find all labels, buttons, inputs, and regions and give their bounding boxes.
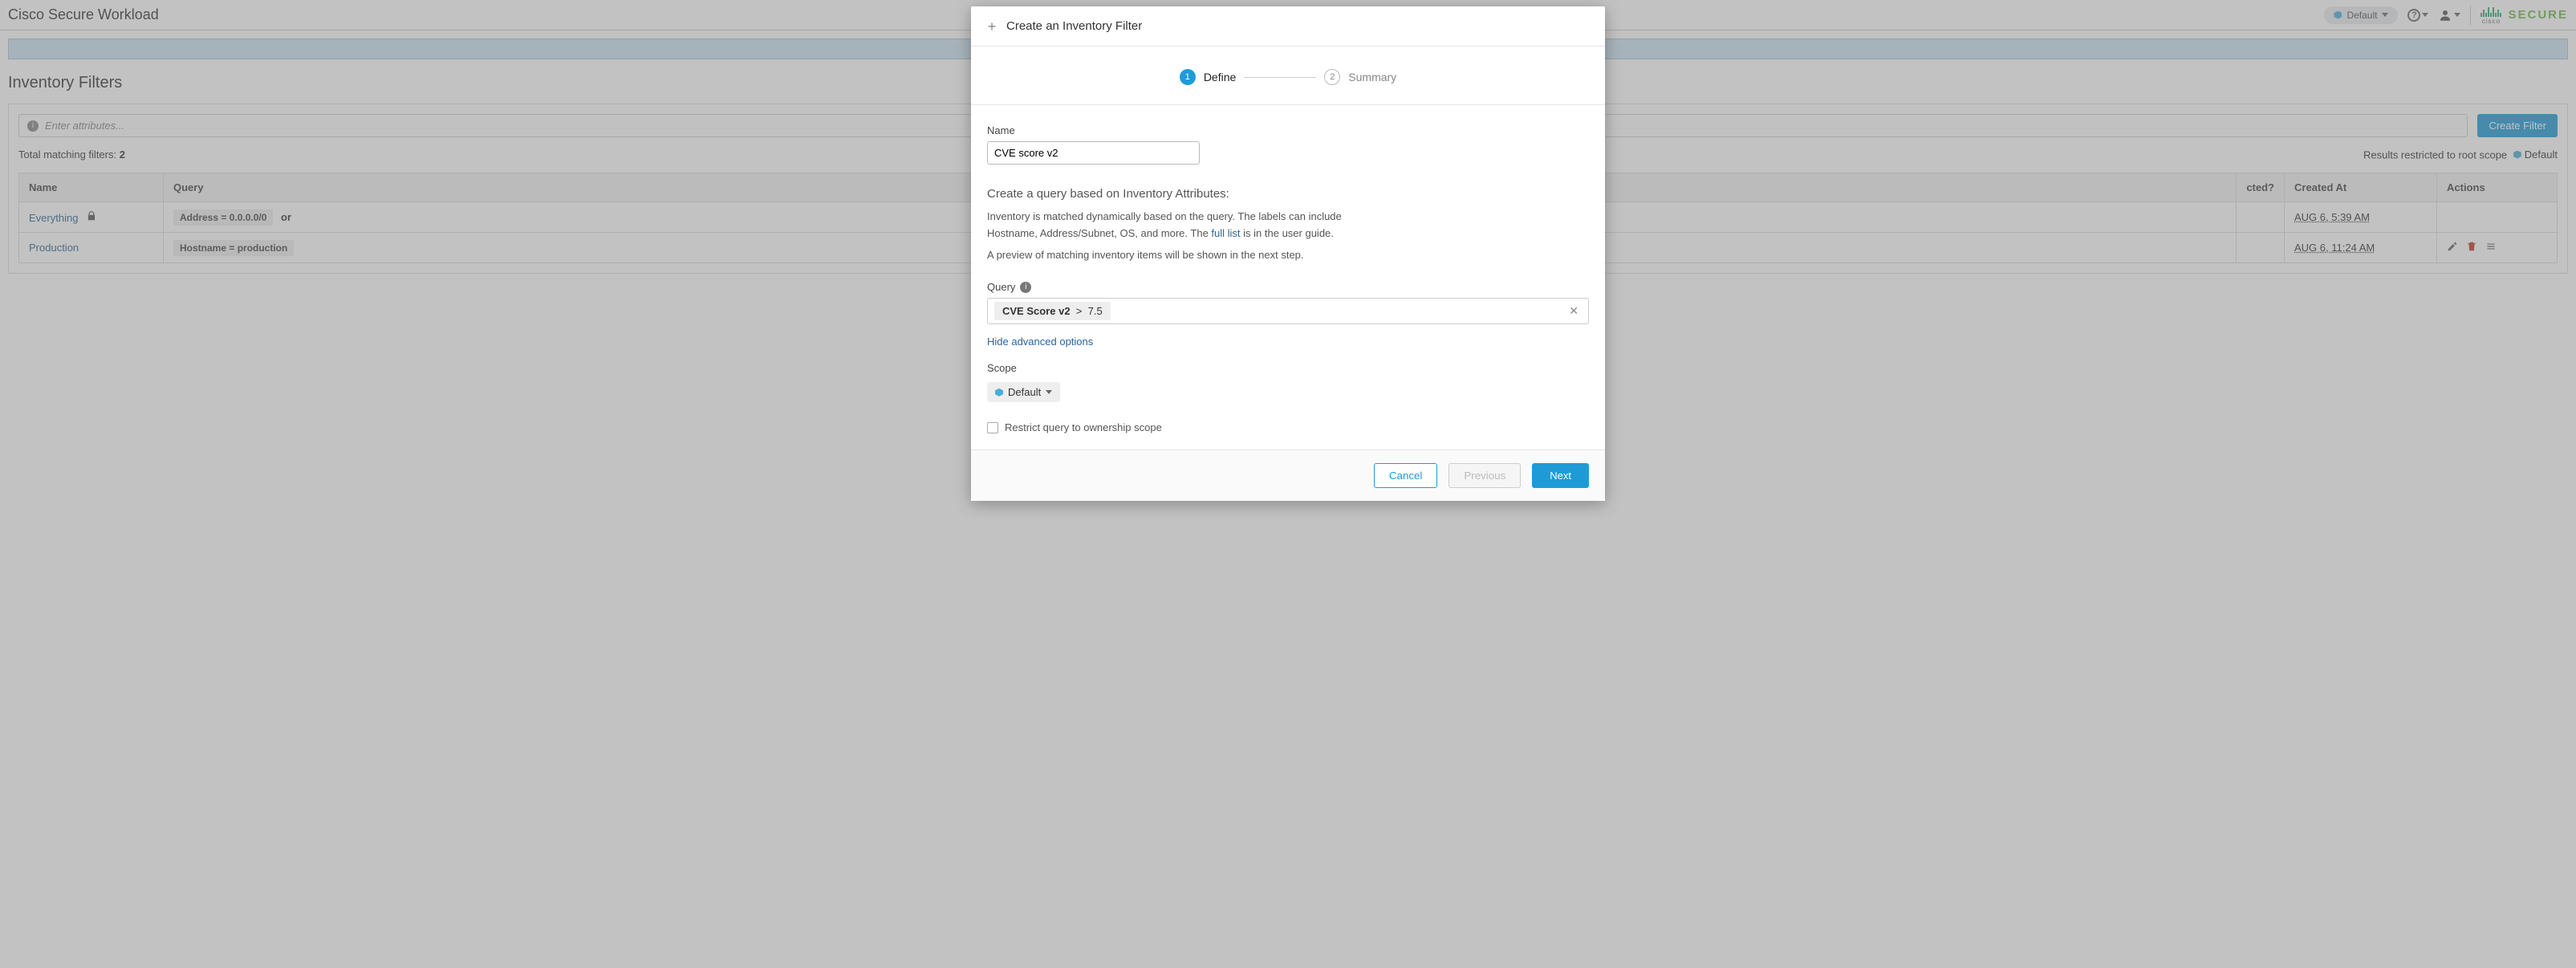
cancel-button[interactable]: Cancel [1374,463,1438,488]
next-button[interactable]: Next [1532,463,1589,488]
stepper: 1 Define 2 Summary [971,47,1605,105]
name-input[interactable] [987,141,1200,165]
scope-label: Scope [987,362,1589,374]
cube-icon [995,388,1003,397]
checkbox-icon[interactable] [987,422,998,433]
query-label: Query [987,281,1015,293]
modal-header: + Create an Inventory Filter [971,6,1605,47]
step-connector [1244,77,1316,78]
previous-button: Previous [1448,463,1521,488]
modal-footer: Cancel Previous Next [971,449,1605,501]
restrict-label: Restrict query to ownership scope [1005,421,1162,433]
query-section-title: Create a query based on Inventory Attrib… [987,187,1589,201]
query-chip[interactable]: CVE Score v2 > 7.5 [994,302,1111,320]
query-description-2: A preview of matching inventory items wi… [987,247,1356,264]
modal-overlay[interactable]: + Create an Inventory Filter 1 Define 2 … [0,0,2576,968]
scope-selector[interactable]: Default [987,382,1060,402]
plus-icon: + [985,20,998,33]
create-filter-modal: + Create an Inventory Filter 1 Define 2 … [971,6,1605,501]
step-1-label: Define [1204,71,1236,83]
step-2-circle: 2 [1324,69,1340,85]
query-description: Inventory is matched dynamically based o… [987,209,1356,242]
step-1-circle: 1 [1180,69,1196,85]
query-input[interactable]: CVE Score v2 > 7.5 ✕ [987,298,1589,324]
info-icon[interactable]: i [1020,282,1031,293]
clear-query-icon[interactable]: ✕ [1566,304,1582,318]
restrict-checkbox-row[interactable]: Restrict query to ownership scope [987,421,1589,433]
chevron-down-icon [1046,390,1052,394]
name-label: Name [987,124,1589,136]
full-list-link[interactable]: full list [1211,227,1240,239]
scope-value: Default [1008,386,1041,398]
advanced-options-toggle[interactable]: Hide advanced options [987,336,1093,348]
step-2-label: Summary [1348,71,1396,83]
modal-title: Create an Inventory Filter [1006,19,1142,33]
